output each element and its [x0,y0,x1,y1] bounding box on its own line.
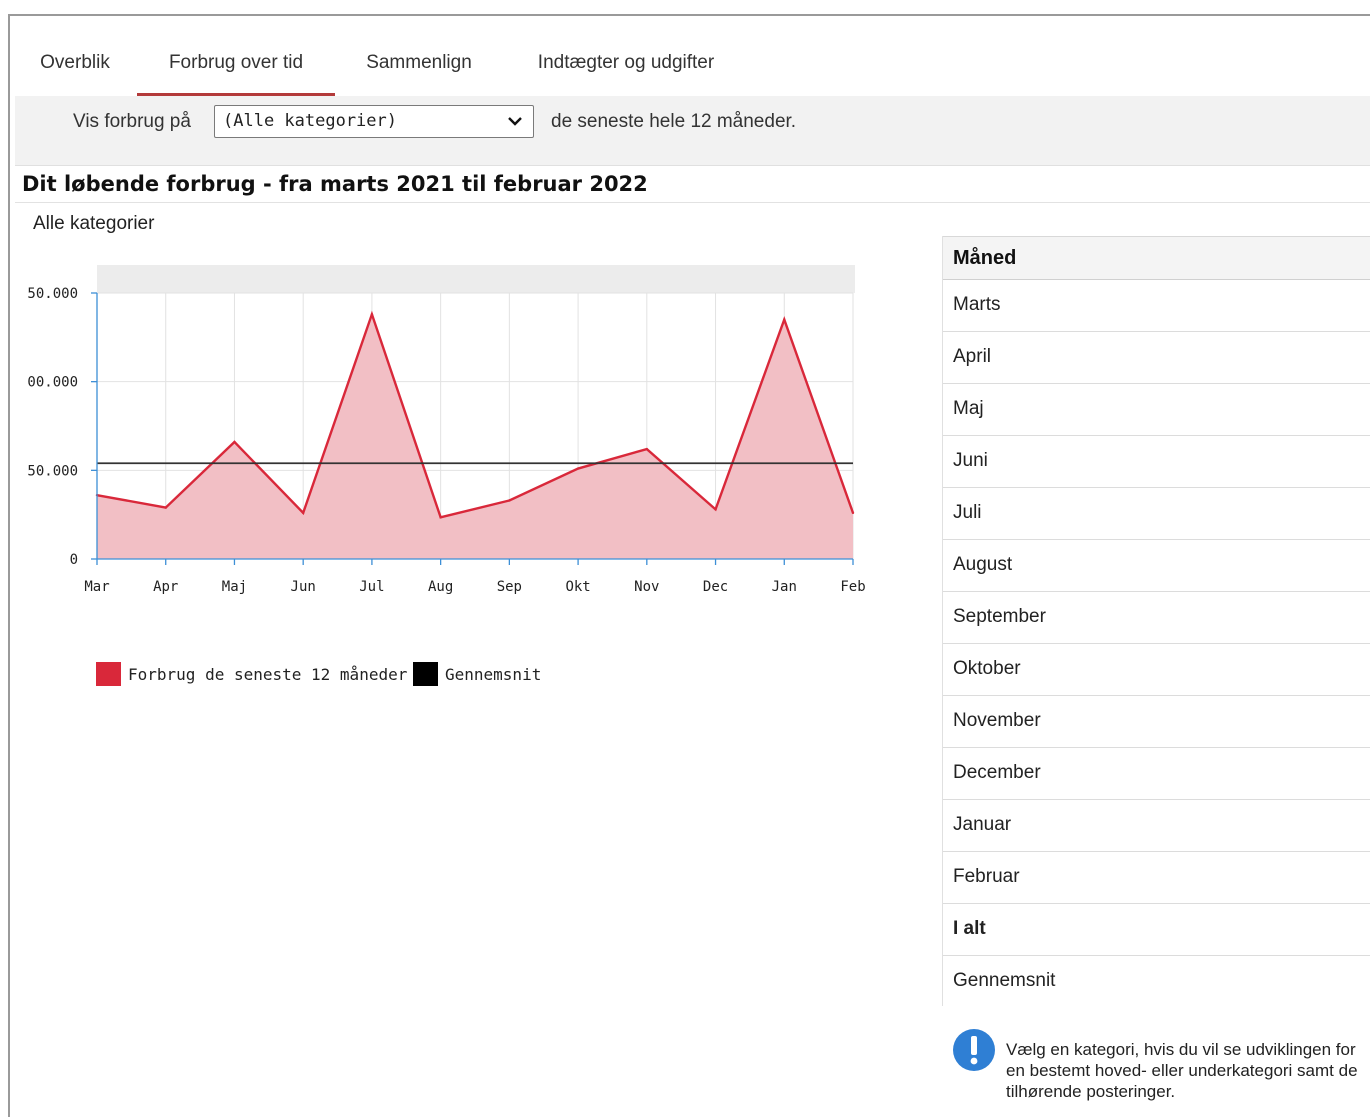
data-point-forbrug [508,499,511,502]
x-tick-label: Sep [497,579,522,595]
month-cell: September [953,606,1046,627]
filter-bar: Vis forbrug på (Alle kategorier) de sene… [15,96,1370,166]
data-point-forbrug [370,313,374,316]
month-cell: Marts [953,294,1001,315]
info-box: Vælg en kategori, hvis du vil se udvikli… [952,1028,1370,1117]
y-tick-label: 50.000 [27,463,78,479]
data-point-forbrug [164,506,167,509]
table-row[interactable]: Februar [943,852,1370,904]
y-tick-label: 50.000 [27,286,78,302]
data-point-forbrug [783,318,786,321]
tab-overblik[interactable]: Overblik [25,30,125,96]
x-tick-label: Dec [703,579,728,595]
month-cell: Januar [953,814,1012,835]
plot-header-band [97,265,855,293]
x-tick-label: Okt [565,579,590,595]
x-tick-label: Jul [359,579,384,595]
data-point-forbrug [851,511,855,515]
table-row[interactable]: Januar [943,800,1370,852]
legend-label-forbrug: Forbrug de seneste 12 måneder [128,665,408,684]
data-point-forbrug [439,516,442,519]
month-cell: Maj [953,398,984,419]
filter-suffix-label: de seneste hele 12 måneder. [551,111,797,132]
month-cell: November [953,710,1041,731]
x-tick-label: Jun [291,579,316,595]
table-row[interactable]: December [943,748,1370,800]
x-tick-label: Mar [84,579,109,595]
category-select-value: (Alle kategorier) [223,111,397,131]
x-tick-label: Apr [153,579,178,595]
month-cell: April [953,346,992,367]
y-tick-label: 00.000 [27,375,78,391]
average-label: Gennemsnit [953,970,1056,991]
tab-indtaegter-og-udgifter[interactable]: Indtægter og udgifter [521,30,731,96]
tab-sammenlign[interactable]: Sammenlign [355,30,483,96]
month-cell: Juni [953,450,988,471]
tab-bar: Overblik Forbrug over tid Sammenlign Ind… [15,30,1370,96]
month-cell: December [953,762,1041,783]
table-row[interactable]: Marts [943,280,1370,332]
month-cell: Oktober [953,658,1021,679]
info-exclamation-icon [953,1029,995,1071]
total-label: I alt [953,918,986,939]
chart-subtitle: Alle kategorier [33,213,155,234]
tab-forbrug-over-tid[interactable]: Forbrug over tid [137,30,335,96]
data-point-forbrug [576,467,580,470]
title-divider [15,202,1370,203]
data-point-forbrug [714,508,717,511]
legend-label-gennemsnit: Gennemsnit [445,665,542,684]
table-row[interactable]: Juli [943,488,1370,540]
page-title: Dit løbende forbrug - fra marts 2021 til… [22,172,648,196]
month-table: Måned Marts April Maj Juni Juli August S… [942,236,1370,1006]
y-tick-label: 0 [70,552,78,568]
x-tick-label: Jan [772,579,797,595]
legend-swatch-gennemsnit [413,662,438,686]
consumption-chart: 0 50.000 00.000 50.000 Mar Apr Maj Jun Jul Aug Sep… [27,265,866,595]
table-row[interactable]: Maj [943,384,1370,436]
info-text: Vælg en kategori, hvis du vil se udvikli… [1006,1040,1358,1101]
table-row[interactable]: August [943,540,1370,592]
table-row[interactable]: Juni [943,436,1370,488]
series-area-forbrug [97,314,853,559]
data-point-forbrug [301,511,305,515]
table-row[interactable]: Oktober [943,644,1370,696]
month-cell: Februar [953,866,1020,887]
legend-swatch-forbrug [96,662,121,686]
table-row[interactable]: April [943,332,1370,384]
month-table-header: Måned [943,236,1370,280]
data-point-forbrug [233,440,236,444]
month-column-header: Måned [953,247,1017,269]
month-cell: August [953,554,1013,575]
category-select[interactable]: (Alle kategorier) [214,105,534,138]
x-tick-label: Feb [840,579,865,595]
data-point-forbrug [645,447,649,451]
x-tick-label: Maj [222,579,247,595]
x-tick-label: Aug [428,579,453,595]
month-cell: Juli [953,502,982,523]
table-row-average: Gennemsnit [943,956,1370,1008]
chevron-down-icon [508,117,522,126]
x-tick-label: Nov [634,579,659,595]
table-row[interactable]: November [943,696,1370,748]
table-row-total: I alt [943,904,1370,956]
filter-prefix-label: Vis forbrug på [73,111,191,132]
table-row[interactable]: September [943,592,1370,644]
